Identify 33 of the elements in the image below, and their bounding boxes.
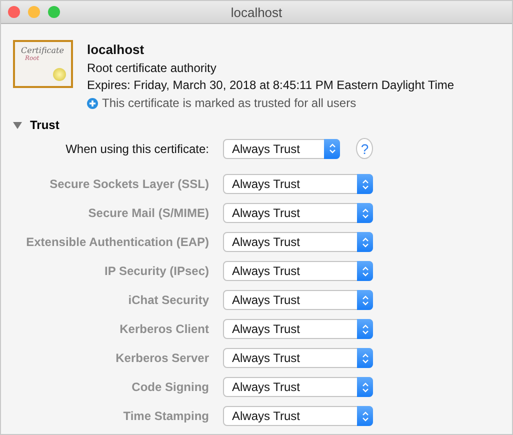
trust-note: This certificate is marked as trusted for all users [102,96,356,110]
help-button[interactable]: ? [356,138,373,159]
certificate-name: localhost [87,42,146,57]
plus-icon [87,98,98,108]
updown-icon [362,352,368,364]
expiry-date: Expires: Friday, March 30, 2018 at 8:45:11 PM Eastern Daylight Time [87,78,454,92]
updown-icon [362,324,368,334]
close-button[interactable] [8,6,20,18]
trust-dropdown[interactable]: Always Trust [223,138,340,158]
disclosure-triangle-icon[interactable] [13,120,22,130]
field-label: Secure Sockets Layer (SSL) [48,177,209,191]
field-label: Kerberos Client [118,322,209,336]
field-label: When using this certificate: [64,142,209,156]
updown-icon [328,143,336,154]
updown-icon [362,236,368,248]
field-label: Code Signing [130,380,209,394]
updown-icon [362,294,368,306]
zoom-button[interactable] [48,6,60,18]
field-label: iChat Security [127,293,209,307]
field-label: Secure Mail (S/MIME) [87,206,209,220]
field-label: Kerberos Server [114,351,209,365]
section-title: Trust [30,118,60,132]
field-label: Time Stamping [122,409,209,423]
field-label: Extensible Authentication (EAP) [25,235,209,249]
updown-icon [362,208,368,218]
updown-icon [362,410,368,422]
certificate-kind: Root certificate authority [87,61,218,75]
minimize-button[interactable] [28,6,40,18]
updown-icon [362,178,368,190]
field-label: IP Security (IPsec) [104,264,209,278]
updown-icon [362,382,368,392]
updown-icon [362,266,368,276]
window-title: localhost [230,4,282,20]
